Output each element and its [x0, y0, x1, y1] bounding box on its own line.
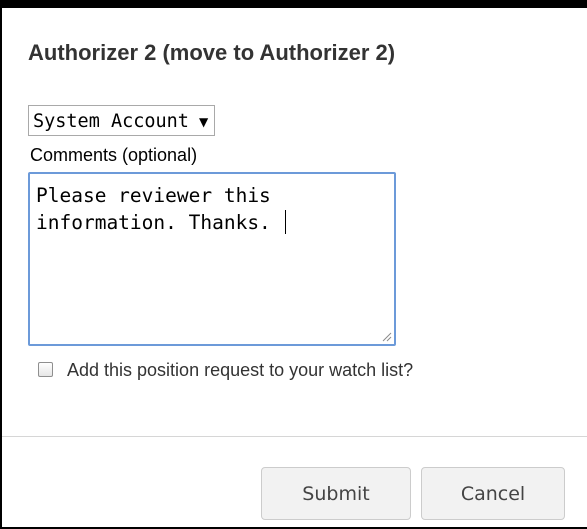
- account-select[interactable]: System Account ▼: [28, 105, 216, 136]
- cancel-button[interactable]: Cancel: [421, 467, 565, 520]
- submit-button[interactable]: Submit: [261, 467, 411, 520]
- resize-grip-icon[interactable]: [380, 330, 392, 342]
- dialog-title: Authorizer 2 (move to Authorizer 2): [28, 40, 396, 65]
- comments-label: Comments (optional): [30, 145, 198, 165]
- comments-text: Please reviewer this information. Thanks…: [36, 184, 271, 234]
- watch-list-option: Add this position request to your watch …: [28, 358, 568, 382]
- watch-list-label[interactable]: Add this position request to your watch …: [67, 360, 413, 380]
- text-caret: [284, 210, 286, 234]
- watch-list-checkbox[interactable]: [38, 362, 53, 377]
- comments-textarea[interactable]: Please reviewer this information. Thanks…: [28, 172, 396, 346]
- footer-divider: [2, 436, 587, 437]
- dialog-panel: Authorizer 2 (move to Authorizer 2) Syst…: [0, 0, 587, 529]
- account-select-value: System Account: [33, 111, 189, 132]
- triangle-down-icon: ▼: [198, 114, 209, 129]
